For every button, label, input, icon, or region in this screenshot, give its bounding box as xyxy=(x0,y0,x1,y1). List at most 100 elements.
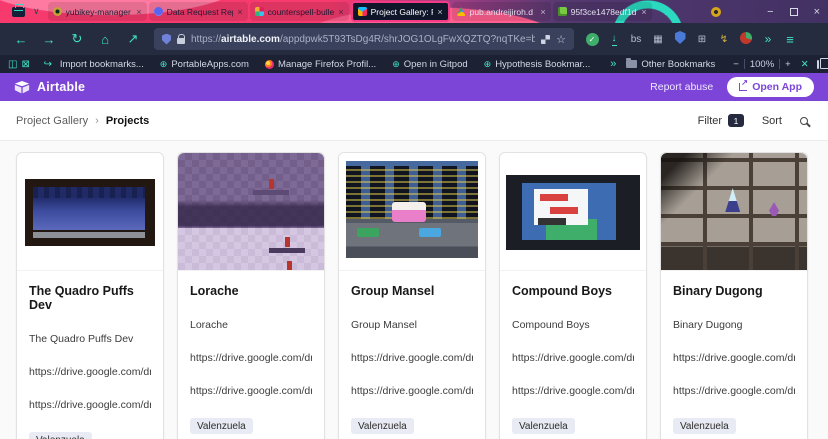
project-card[interactable]: Lorache Lorache https://drive.google.com… xyxy=(177,152,325,439)
restore-button[interactable] xyxy=(790,8,798,16)
tab-close-icon[interactable]: × xyxy=(437,7,442,17)
tab-title: counterspell-bulle xyxy=(268,7,335,17)
extension-shield-icon[interactable] xyxy=(670,31,690,47)
city-badge: Valenzuela xyxy=(512,418,575,434)
tab-close-icon[interactable]: × xyxy=(136,7,141,17)
card-link-field[interactable]: https://drive.google.com/drive... xyxy=(512,352,634,364)
project-card[interactable]: Group Mansel Group Mansel https://drive.… xyxy=(338,152,486,439)
card-link-field[interactable]: https://drive.google.com/drive... xyxy=(190,385,312,397)
tab-pub-andreijiroh[interactable]: pub.andreijiroh.d × xyxy=(452,2,551,21)
bookmark-hypothesis[interactable]: ⊕ Hypothesis Bookmar... xyxy=(478,59,597,70)
city-badge: Valenzuela xyxy=(190,418,253,434)
toolbar-overflow-icon[interactable]: » xyxy=(758,32,778,46)
breadcrumb-projects: Projects xyxy=(106,115,149,127)
extension-bs-icon[interactable]: bs xyxy=(626,34,646,45)
google-drive-favicon xyxy=(457,7,466,16)
card-link-field[interactable]: https://drive.google.com/drive... xyxy=(29,399,151,411)
other-bookmarks-folder[interactable]: Other Bookmarks xyxy=(620,59,721,70)
home-icon[interactable]: ⌂ xyxy=(92,32,118,47)
bookmarks-overflow-icon[interactable]: » xyxy=(610,58,616,70)
tab-yubikey-manager[interactable]: yubikey-manager × xyxy=(48,2,147,21)
tab-close-icon[interactable]: × xyxy=(237,7,242,17)
window-controls: − × xyxy=(767,0,820,23)
flag-icon[interactable]: ⊠ xyxy=(21,59,29,70)
bookmark-firefox-profile[interactable]: Manage Firefox Profil... xyxy=(259,59,382,70)
minimize-button[interactable]: − xyxy=(767,6,773,18)
card-link-field[interactable]: https://drive.google.com/drive... xyxy=(29,366,151,378)
extension-privacy-icon[interactable]: ✓ xyxy=(582,33,602,46)
copy-icon[interactable] xyxy=(817,60,819,69)
tab-counterspell[interactable]: counterspell-bulle × xyxy=(250,2,349,21)
project-card[interactable]: Compound Boys Compound Boys https://driv… xyxy=(499,152,647,439)
card-link-field[interactable]: https://drive.google.com/drive... xyxy=(351,352,473,364)
city-badge: Valenzuela xyxy=(29,432,92,439)
container-tab-icon[interactable] xyxy=(541,35,550,44)
card-link-field[interactable]: https://drive.google.com/drive... xyxy=(351,385,473,397)
card-name-field: The Quadro Puffs Dev xyxy=(29,333,151,345)
folder-icon xyxy=(626,60,637,68)
filter-button[interactable]: Filter 1 xyxy=(698,114,744,127)
tracking-protection-shield-icon[interactable] xyxy=(162,34,171,45)
back-icon[interactable]: ← xyxy=(8,32,34,47)
project-card[interactable]: The Quadro Puffs Dev The Quadro Puffs De… xyxy=(16,152,164,439)
bookmark-gitpod[interactable]: ⊕ Open in Gitpod xyxy=(386,59,473,70)
tab-title: Data Request Rep xyxy=(167,7,234,17)
tab-title: 95f3ce1478edf1d xyxy=(571,7,638,17)
tab-data-request[interactable]: Data Request Rep × xyxy=(149,2,248,21)
sidebar-panel-icon[interactable]: ◫ xyxy=(8,59,17,70)
card-title: Group Mansel xyxy=(351,284,473,298)
https-lock-icon[interactable] xyxy=(177,38,185,44)
zoom-out-button[interactable]: − xyxy=(733,59,739,70)
bookmarks-bar: ◫ ⊠ ↪ Import bookmarks... ⊕ PortableApps… xyxy=(0,55,828,73)
zoom-in-button[interactable]: + xyxy=(785,59,791,70)
window-close-button[interactable]: × xyxy=(814,6,820,18)
bookmark-import[interactable]: ↪ Import bookmarks... xyxy=(34,59,150,70)
tab-close-icon[interactable]: × xyxy=(338,7,343,17)
card-title: The Quadro Puffs Dev xyxy=(29,284,151,312)
bookmark-star-icon[interactable]: ☆ xyxy=(556,33,566,46)
card-link-field[interactable]: https://drive.google.com/drive... xyxy=(673,352,795,364)
extension-download-icon[interactable]: ↓ xyxy=(604,33,624,46)
card-link-field[interactable]: https://drive.google.com/drive... xyxy=(190,352,312,364)
tab-close-icon[interactable]: × xyxy=(540,7,545,17)
reload-icon[interactable]: ↻ xyxy=(64,31,90,47)
card-link-field[interactable]: https://drive.google.com/drive... xyxy=(512,385,634,397)
slack-favicon xyxy=(255,7,264,16)
profile-avatar[interactable] xyxy=(711,7,721,17)
extension-red-icon[interactable] xyxy=(736,32,756,47)
close-small-icon[interactable]: ✕ xyxy=(801,59,809,70)
city-badge: Valenzuela xyxy=(673,418,736,434)
tab-title: Project Gallery: Pr xyxy=(371,7,434,17)
tab-95f3ce[interactable]: 95f3ce1478edf1d × xyxy=(553,2,652,21)
search-icon[interactable] xyxy=(800,117,808,125)
globe-icon: ⊕ xyxy=(392,59,400,70)
sort-button[interactable]: Sort xyxy=(762,115,782,127)
breadcrumb-gallery[interactable]: Project Gallery xyxy=(16,115,88,127)
url-bar[interactable]: https://airtable.com/appdpwk5T93TsDg4R/s… xyxy=(154,28,574,50)
project-card-gallery: The Quadro Puffs Dev The Quadro Puffs De… xyxy=(0,141,828,439)
project-card[interactable]: Binary Dugong Binary Dugong https://driv… xyxy=(660,152,808,439)
card-attachment-image xyxy=(178,153,324,271)
airtable-favicon xyxy=(358,7,367,16)
url-text[interactable]: https://airtable.com/appdpwk5T93TsDg4R/s… xyxy=(191,34,535,45)
tab-project-gallery-active[interactable]: Project Gallery: Pr × xyxy=(351,1,450,22)
new-tab-button[interactable]: + xyxy=(662,4,670,19)
tab-close-icon[interactable]: × xyxy=(641,7,646,17)
airtable-header: Airtable Report abuse Open App xyxy=(0,73,828,101)
send-tab-icon[interactable]: ↗ xyxy=(120,31,146,47)
report-abuse-link[interactable]: Report abuse xyxy=(650,81,713,93)
forward-icon[interactable]: → xyxy=(36,32,62,47)
hamburger-menu-icon[interactable]: ≡ xyxy=(780,32,800,47)
tabs-dropdown-chevron-icon[interactable]: ∨ xyxy=(33,6,40,17)
firefox-view-icon[interactable] xyxy=(12,7,25,17)
extension-grid-icon[interactable]: ⊞ xyxy=(692,34,712,45)
bookmark-portableapps[interactable]: ⊕ PortableApps.com xyxy=(154,59,255,70)
extension-qr-icon[interactable]: ▦ xyxy=(648,34,668,45)
zoom-level[interactable]: 100% xyxy=(750,59,774,70)
browser-nav-bar: ← → ↻ ⌂ ↗ https://airtable.com/appdpwk5T… xyxy=(0,23,828,55)
extension-lightning-icon[interactable]: ↯ xyxy=(714,34,734,45)
open-app-button[interactable]: Open App xyxy=(727,77,814,97)
filter-count-badge: 1 xyxy=(728,114,744,127)
card-link-field[interactable]: https://drive.google.com/drive... xyxy=(673,385,795,397)
card-name-field: Group Mansel xyxy=(351,319,473,331)
